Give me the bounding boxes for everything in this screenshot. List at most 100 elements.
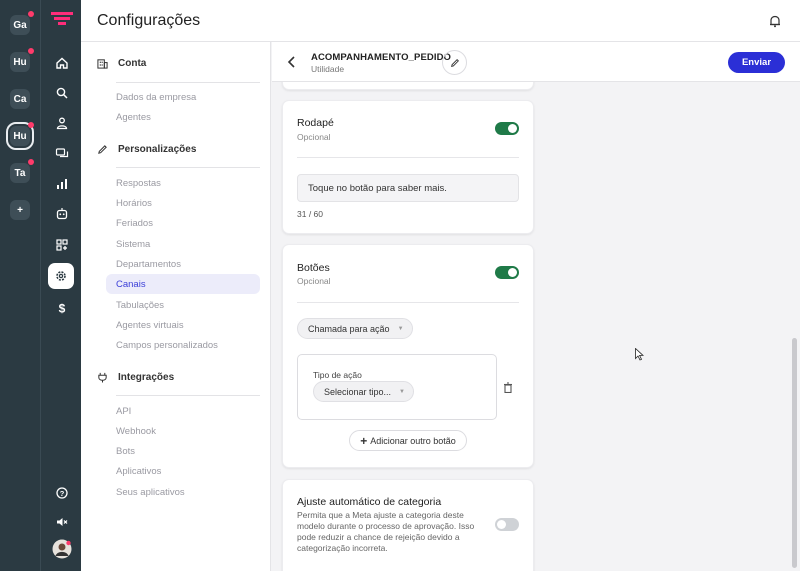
notification-dot	[28, 48, 34, 54]
sidebar-item-canais[interactable]: Canais	[106, 274, 260, 294]
section-title: Personalizações	[118, 144, 197, 155]
category-adjust-card: Ajuste automático de categoria Permita q…	[282, 479, 534, 571]
sidebar-item-departamentos[interactable]: Departamentos	[106, 254, 260, 274]
sidebar-item-dados-da-empresa[interactable]: Dados da empresa	[106, 87, 260, 107]
workspace-label: Hu	[13, 130, 27, 142]
svg-text:$: $	[59, 302, 66, 316]
bot-icon[interactable]	[50, 202, 74, 226]
card-description: Permita que a Meta ajuste a categoria de…	[297, 510, 475, 554]
svg-text:?: ?	[60, 489, 65, 498]
sidebar-item-respostas[interactable]: Respostas	[106, 173, 260, 193]
section-integracoes: Integrações	[97, 372, 174, 383]
mute-icon[interactable]	[50, 510, 74, 534]
card-subtitle: Opcional	[297, 132, 331, 142]
divider	[116, 167, 260, 168]
plug-icon	[98, 372, 107, 383]
sidebar-item-bots[interactable]: Bots	[106, 441, 260, 461]
avatar[interactable]	[50, 537, 74, 561]
workspace-rail: Ga Hu Ca Hu Ta +	[0, 0, 40, 571]
search-icon[interactable]	[50, 81, 74, 105]
workspace-ta[interactable]: Ta	[10, 159, 34, 183]
footer-card: Rodapé Opcional Toque no botão para sabe…	[282, 100, 534, 234]
contacts-icon[interactable]	[50, 111, 74, 135]
action-type-select[interactable]: Selecionar tipo... ▼	[313, 381, 414, 402]
workspace-ga[interactable]: Ga	[10, 11, 34, 35]
action-type-label: Tipo de ação	[313, 370, 362, 380]
sidebar-item-agentes[interactable]: Agentes	[106, 107, 260, 127]
template-name: ACOMPANHAMENTO_PEDIDO	[311, 52, 452, 63]
workspace-label: Ta	[14, 167, 26, 179]
footer-text-input[interactable]: Toque no botão para saber mais.	[297, 174, 519, 202]
sidebar-item-api[interactable]: API	[106, 401, 260, 421]
footer-toggle[interactable]	[495, 122, 519, 135]
settings-sidebar: Conta Dados da empresa Agentes Personali…	[81, 42, 271, 571]
action-type-value: Selecionar tipo...	[324, 386, 392, 397]
workspace-hu-active[interactable]: Hu	[6, 122, 34, 150]
pencil-icon	[450, 58, 459, 67]
workspace-hu[interactable]: Hu	[10, 48, 34, 72]
section-title: Integrações	[118, 372, 175, 383]
divider	[116, 395, 260, 396]
sidebar-item-sistema[interactable]: Sistema	[106, 234, 260, 254]
section-personalizacoes: Personalizações	[97, 144, 196, 155]
sidebar-item-campos-personalizados[interactable]: Campos personalizados	[106, 335, 260, 355]
notification-dot	[28, 122, 34, 128]
edit-template-button[interactable]	[442, 50, 467, 75]
send-button[interactable]: Enviar	[728, 52, 785, 73]
button-type-select[interactable]: Chamada para ação ▼	[297, 318, 413, 339]
add-workspace-label: +	[17, 204, 23, 216]
bell-icon[interactable]	[768, 14, 782, 28]
divider	[297, 302, 519, 303]
sidebar-item-feriados[interactable]: Feriados	[106, 213, 260, 233]
divider	[116, 82, 260, 83]
top-bar: Configurações	[81, 0, 800, 42]
card-title: Botões	[297, 262, 330, 274]
card-subtitle: Opcional	[297, 276, 331, 286]
back-arrow-icon[interactable]	[286, 55, 298, 69]
building-icon	[97, 59, 108, 69]
help-icon[interactable]: ?	[50, 481, 74, 505]
sidebar-item-aplicativos[interactable]: Aplicativos	[106, 461, 260, 481]
notification-dot	[28, 11, 34, 17]
nav-rail: $ ?	[40, 0, 81, 571]
plus-icon: +	[360, 433, 368, 448]
brand-logo	[51, 12, 73, 25]
apps-icon[interactable]	[50, 233, 74, 257]
card-title: Rodapé	[297, 117, 334, 129]
trash-icon[interactable]	[503, 382, 513, 393]
buttons-toggle[interactable]	[495, 266, 519, 279]
template-header: ACOMPANHAMENTO_PEDIDO Utilidade Enviar	[272, 42, 800, 82]
add-button-label: Adicionar outro botão	[370, 435, 456, 446]
pencil-icon	[98, 145, 107, 154]
category-adjust-toggle[interactable]	[495, 518, 519, 531]
add-button-button[interactable]: + Adicionar outro botão	[349, 430, 467, 451]
billing-icon[interactable]: $	[50, 296, 74, 320]
card-title: Ajuste automático de categoria	[297, 496, 442, 508]
button-config-box: Tipo de ação Selecionar tipo... ▼	[297, 354, 497, 420]
mouse-cursor-icon	[635, 348, 644, 361]
template-category: Utilidade	[311, 64, 345, 74]
home-icon[interactable]	[50, 51, 74, 75]
button-type-value: Chamada para ação	[308, 323, 390, 334]
chat-icon[interactable]	[50, 142, 74, 166]
notification-dot	[28, 159, 34, 165]
character-counter: 31 / 60	[297, 209, 323, 219]
add-workspace-button[interactable]: +	[10, 200, 30, 220]
sidebar-item-horarios[interactable]: Horários	[106, 193, 260, 213]
chevron-down-icon: ▼	[397, 325, 404, 332]
reports-icon[interactable]	[50, 172, 74, 196]
workspace-label: Ga	[13, 19, 27, 31]
workspace-ca[interactable]: Ca	[10, 89, 30, 109]
scrollbar[interactable]	[792, 338, 797, 568]
template-editor: Rodapé Opcional Toque no botão para sabe…	[272, 82, 542, 571]
sidebar-item-webhook[interactable]: Webhook	[106, 421, 260, 441]
sidebar-item-seus-aplicativos[interactable]: Seus aplicativos	[106, 482, 260, 502]
page-title: Configurações	[97, 12, 201, 29]
section-title: Conta	[118, 58, 147, 69]
section-conta: Conta	[97, 58, 146, 69]
sidebar-item-tabulacoes[interactable]: Tabulações	[106, 295, 260, 315]
divider	[297, 157, 519, 158]
workspace-label: Ca	[13, 93, 27, 105]
sidebar-item-agentes-virtuais[interactable]: Agentes virtuais	[106, 315, 260, 335]
settings-icon[interactable]	[48, 263, 74, 289]
